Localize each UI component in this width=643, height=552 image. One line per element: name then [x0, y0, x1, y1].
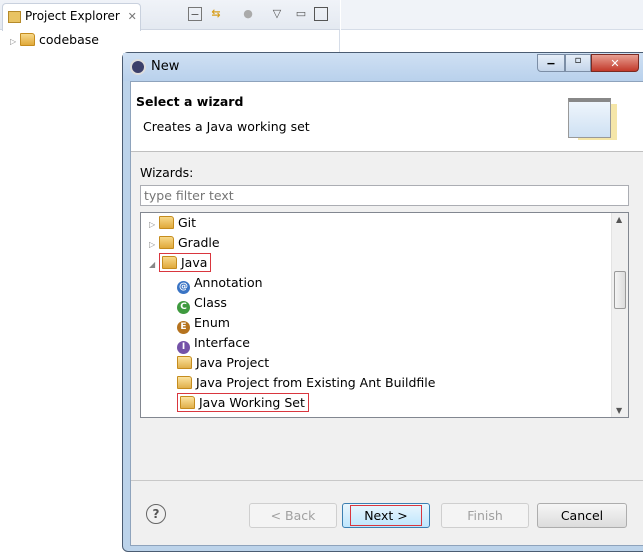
scrollbar-thumb[interactable]: [614, 271, 626, 309]
tree-item-gradle[interactable]: ▷ Gradle: [149, 233, 220, 253]
finish-button[interactable]: Finish: [441, 503, 529, 528]
folder-icon: [159, 236, 174, 249]
header-description: Creates a Java working set: [143, 119, 310, 134]
new-wizard-dialog: New ▁ ▫ ✕ Select a wizard Creates a Java…: [122, 52, 643, 552]
help-button[interactable]: ?: [146, 504, 166, 524]
editor-area-header: [341, 0, 643, 30]
wizard-tree: ▷ Git ▷ Gradle ◢ Java @ Annotation C Class E Enum I I…: [140, 212, 629, 418]
maximize-icon[interactable]: [314, 7, 328, 21]
scroll-up-icon[interactable]: ▲: [616, 215, 622, 224]
item-label: Java Working Set: [199, 395, 305, 410]
separator: [131, 480, 643, 481]
item-label: Java: [181, 255, 208, 270]
tree-item-git[interactable]: ▷ Git: [149, 213, 196, 233]
project-folder-icon: [20, 33, 35, 46]
collapse-all-icon[interactable]: −: [188, 7, 202, 21]
next-label: Next >: [350, 505, 422, 526]
header-title: Select a wizard: [136, 94, 244, 109]
tab-project-explorer[interactable]: Project Explorer ✕: [2, 3, 141, 31]
dialog-body: Select a wizard Creates a Java working s…: [130, 81, 643, 546]
wizard-header: Select a wizard Creates a Java working s…: [131, 82, 643, 152]
tree-item-java-project[interactable]: Java Project: [177, 353, 269, 373]
wizards-label: Wizards:: [140, 165, 194, 180]
link-with-editor-icon[interactable]: ⇆: [209, 7, 223, 21]
filter-icon[interactable]: ●: [241, 7, 255, 21]
filter-input[interactable]: [140, 185, 629, 206]
tree-item-interface[interactable]: I Interface: [177, 333, 250, 354]
scrollbar[interactable]: ▲ ▼: [611, 213, 628, 417]
tree-item-codebase[interactable]: ▷ codebase: [10, 30, 99, 50]
tree-item-java-project-from-existing-ant-buildfile[interactable]: Java Project from Existing Ant Buildfile: [177, 373, 435, 393]
item-label: Class: [194, 295, 227, 310]
project-explorer-icon: [8, 11, 21, 23]
item-label: Git: [178, 215, 197, 230]
collapsed-arrow-icon[interactable]: ▷: [149, 235, 159, 255]
tree-item-java[interactable]: ◢ Java: [149, 253, 212, 275]
tree-item-java-working-set[interactable]: Java Working Set: [177, 393, 309, 413]
dialog-titlebar: New ▁ ▫ ✕: [123, 53, 643, 81]
item-label: Interface: [194, 335, 250, 350]
ant-icon: [177, 376, 192, 389]
wizard-banner-icon: [568, 98, 611, 138]
folder-icon: [162, 256, 177, 269]
item-label: Enum: [194, 315, 230, 330]
expanded-arrow-icon[interactable]: ◢: [149, 255, 159, 275]
item-label: codebase: [39, 32, 99, 47]
dialog-title: New: [151, 59, 180, 74]
folder-icon: [159, 216, 174, 229]
item-label: Java Project from Existing Ant Buildfile: [196, 375, 436, 390]
tree-item-annotation[interactable]: @ Annotation: [177, 273, 263, 294]
item-label: Annotation: [194, 275, 263, 290]
eclipse-icon: [130, 59, 146, 75]
scroll-down-icon[interactable]: ▼: [616, 406, 622, 415]
back-button[interactable]: < Back: [249, 503, 337, 528]
view-menu-icon[interactable]: ▽: [270, 7, 284, 21]
project-icon: [177, 356, 192, 369]
item-label: Java Project: [196, 355, 270, 370]
cancel-button[interactable]: Cancel: [537, 503, 627, 528]
maximize-button[interactable]: ▫: [565, 54, 591, 72]
next-button[interactable]: Next >: [342, 503, 430, 528]
tab-label: Project Explorer: [25, 9, 120, 23]
workingset-icon: [180, 396, 195, 409]
close-icon[interactable]: ✕: [128, 10, 137, 23]
tree-item-enum[interactable]: E Enum: [177, 313, 230, 334]
item-label: Gradle: [178, 235, 220, 250]
tree-item-class[interactable]: C Class: [177, 293, 227, 314]
collapsed-arrow-icon[interactable]: ▷: [149, 215, 159, 235]
minimize-icon[interactable]: ▭: [294, 7, 308, 21]
minimize-button[interactable]: ▁: [537, 54, 565, 72]
close-button[interactable]: ✕: [591, 54, 639, 72]
